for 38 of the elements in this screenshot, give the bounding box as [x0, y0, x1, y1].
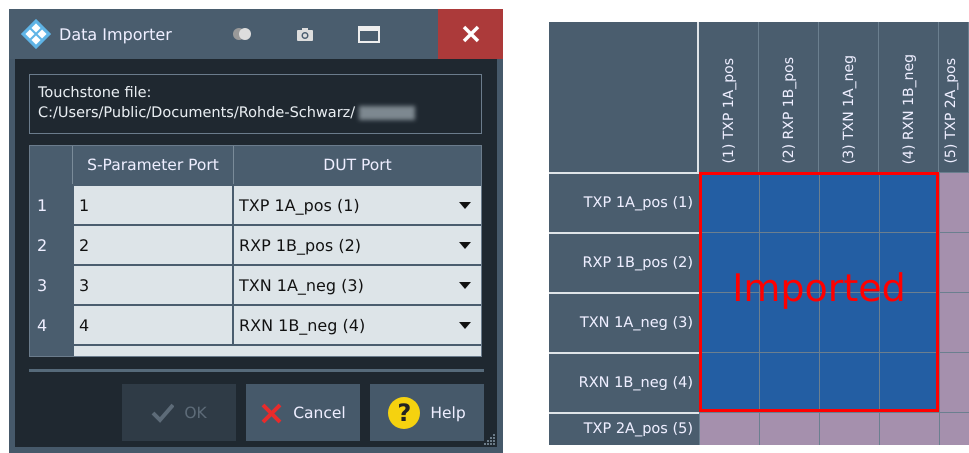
caret-icon: [459, 242, 471, 248]
table-cell: 4: [72, 306, 232, 344]
caret-icon: [459, 322, 471, 328]
toggle-icon[interactable]: [232, 27, 252, 41]
column-header: (5) TXP 2A_pos: [939, 22, 969, 172]
help-icon: ?: [388, 396, 420, 428]
maximize-icon[interactable]: [358, 26, 380, 42]
column-header: (1) TXP 1A_pos: [699, 22, 759, 172]
column-header: (4) RXN 1B_neg: [879, 22, 939, 172]
column-header: (2) RXP 1B_pos: [759, 22, 819, 172]
resize-grip-icon[interactable]: [483, 434, 495, 445]
table-cell: 1: [72, 186, 232, 224]
close-icon: [462, 25, 480, 43]
column-header: (3) TXN 1A_neg: [819, 22, 879, 172]
file-label: Touchstone file:: [38, 84, 152, 103]
caret-icon: [459, 282, 471, 288]
blurred-path: [359, 106, 416, 120]
table-cell: 3: [72, 266, 232, 304]
table-cell: 2: [72, 226, 232, 264]
row-header: TXP 1A_pos (1): [549, 172, 699, 232]
cross-icon: [260, 402, 284, 424]
dut-port-dropdown[interactable]: RXP 1B_pos (2): [232, 226, 481, 264]
dut-port-dropdown[interactable]: RXN 1B_neg (4): [232, 306, 481, 344]
imported-label: Imported: [732, 266, 906, 310]
cancel-button[interactable]: Cancel: [246, 384, 360, 441]
dut-port-dropdown[interactable]: TXP 1A_pos (1): [232, 186, 481, 224]
row-header: TXP 2A_pos (5): [549, 412, 699, 445]
row-header: RXN 1B_neg (4): [549, 352, 699, 412]
close-button[interactable]: [438, 9, 503, 59]
file-path: C:/Users/Public/Documents/Rohde-Schwarz/: [38, 104, 356, 123]
dut-port-dropdown[interactable]: TXN 1A_neg (3): [232, 266, 481, 304]
checkmark-icon: [151, 402, 174, 424]
window-title: Data Importer: [59, 24, 173, 44]
camera-icon[interactable]: [296, 26, 314, 42]
row-header: RXP 1B_pos (2): [549, 232, 699, 292]
row-header: TXN 1A_neg (3): [549, 292, 699, 352]
help-button[interactable]: ? Help: [370, 384, 484, 441]
caret-icon: [459, 202, 471, 208]
